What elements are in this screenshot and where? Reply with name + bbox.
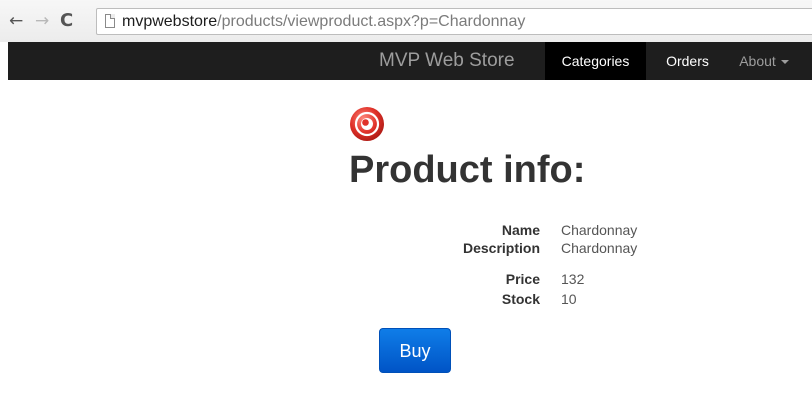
nav-item-about[interactable]: About <box>729 42 799 80</box>
forward-arrow-icon[interactable]: → <box>35 9 49 33</box>
back-arrow-icon[interactable]: ← <box>9 9 23 33</box>
price-label: Price <box>505 271 540 287</box>
browser-toolbar: ← → C mvpwebstore/products/viewproduct.a… <box>0 0 812 42</box>
reload-icon[interactable]: C <box>60 9 73 33</box>
brand-link[interactable]: MVP Web Store <box>379 50 515 72</box>
info-row-description: Description Chardonnay <box>0 238 812 258</box>
info-row-name: Name Chardonnay <box>0 220 812 240</box>
stock-value: 10 <box>561 291 577 307</box>
url-text: mvpwebstore/products/viewproduct.aspx?p=… <box>122 12 525 32</box>
name-label: Name <box>501 222 540 238</box>
description-value: Chardonnay <box>561 240 638 256</box>
site-navbar: MVP Web Store Categories Orders About <box>8 42 812 80</box>
page-icon <box>105 14 115 28</box>
description-label: Description <box>462 240 540 256</box>
nav-item-orders[interactable]: Orders <box>646 42 729 80</box>
nav-item-categories[interactable]: Categories <box>545 42 646 80</box>
page-title: Product info: <box>349 149 586 191</box>
url-host: mvpwebstore <box>122 13 218 30</box>
info-row-price: Price 132 <box>0 269 812 289</box>
name-value: Chardonnay <box>561 222 638 238</box>
record-icon <box>350 107 384 141</box>
info-row-stock: Stock 10 <box>0 289 812 309</box>
buy-button[interactable]: Buy <box>379 328 451 373</box>
caret-down-icon <box>780 60 789 65</box>
price-value: 132 <box>561 271 585 287</box>
address-bar[interactable]: mvpwebstore/products/viewproduct.aspx?p=… <box>96 8 812 35</box>
url-path: /products/viewproduct.aspx?p=Chardonnay <box>217 13 526 30</box>
nav-item-about-label: About <box>739 53 776 69</box>
stock-label: Stock <box>501 291 540 307</box>
